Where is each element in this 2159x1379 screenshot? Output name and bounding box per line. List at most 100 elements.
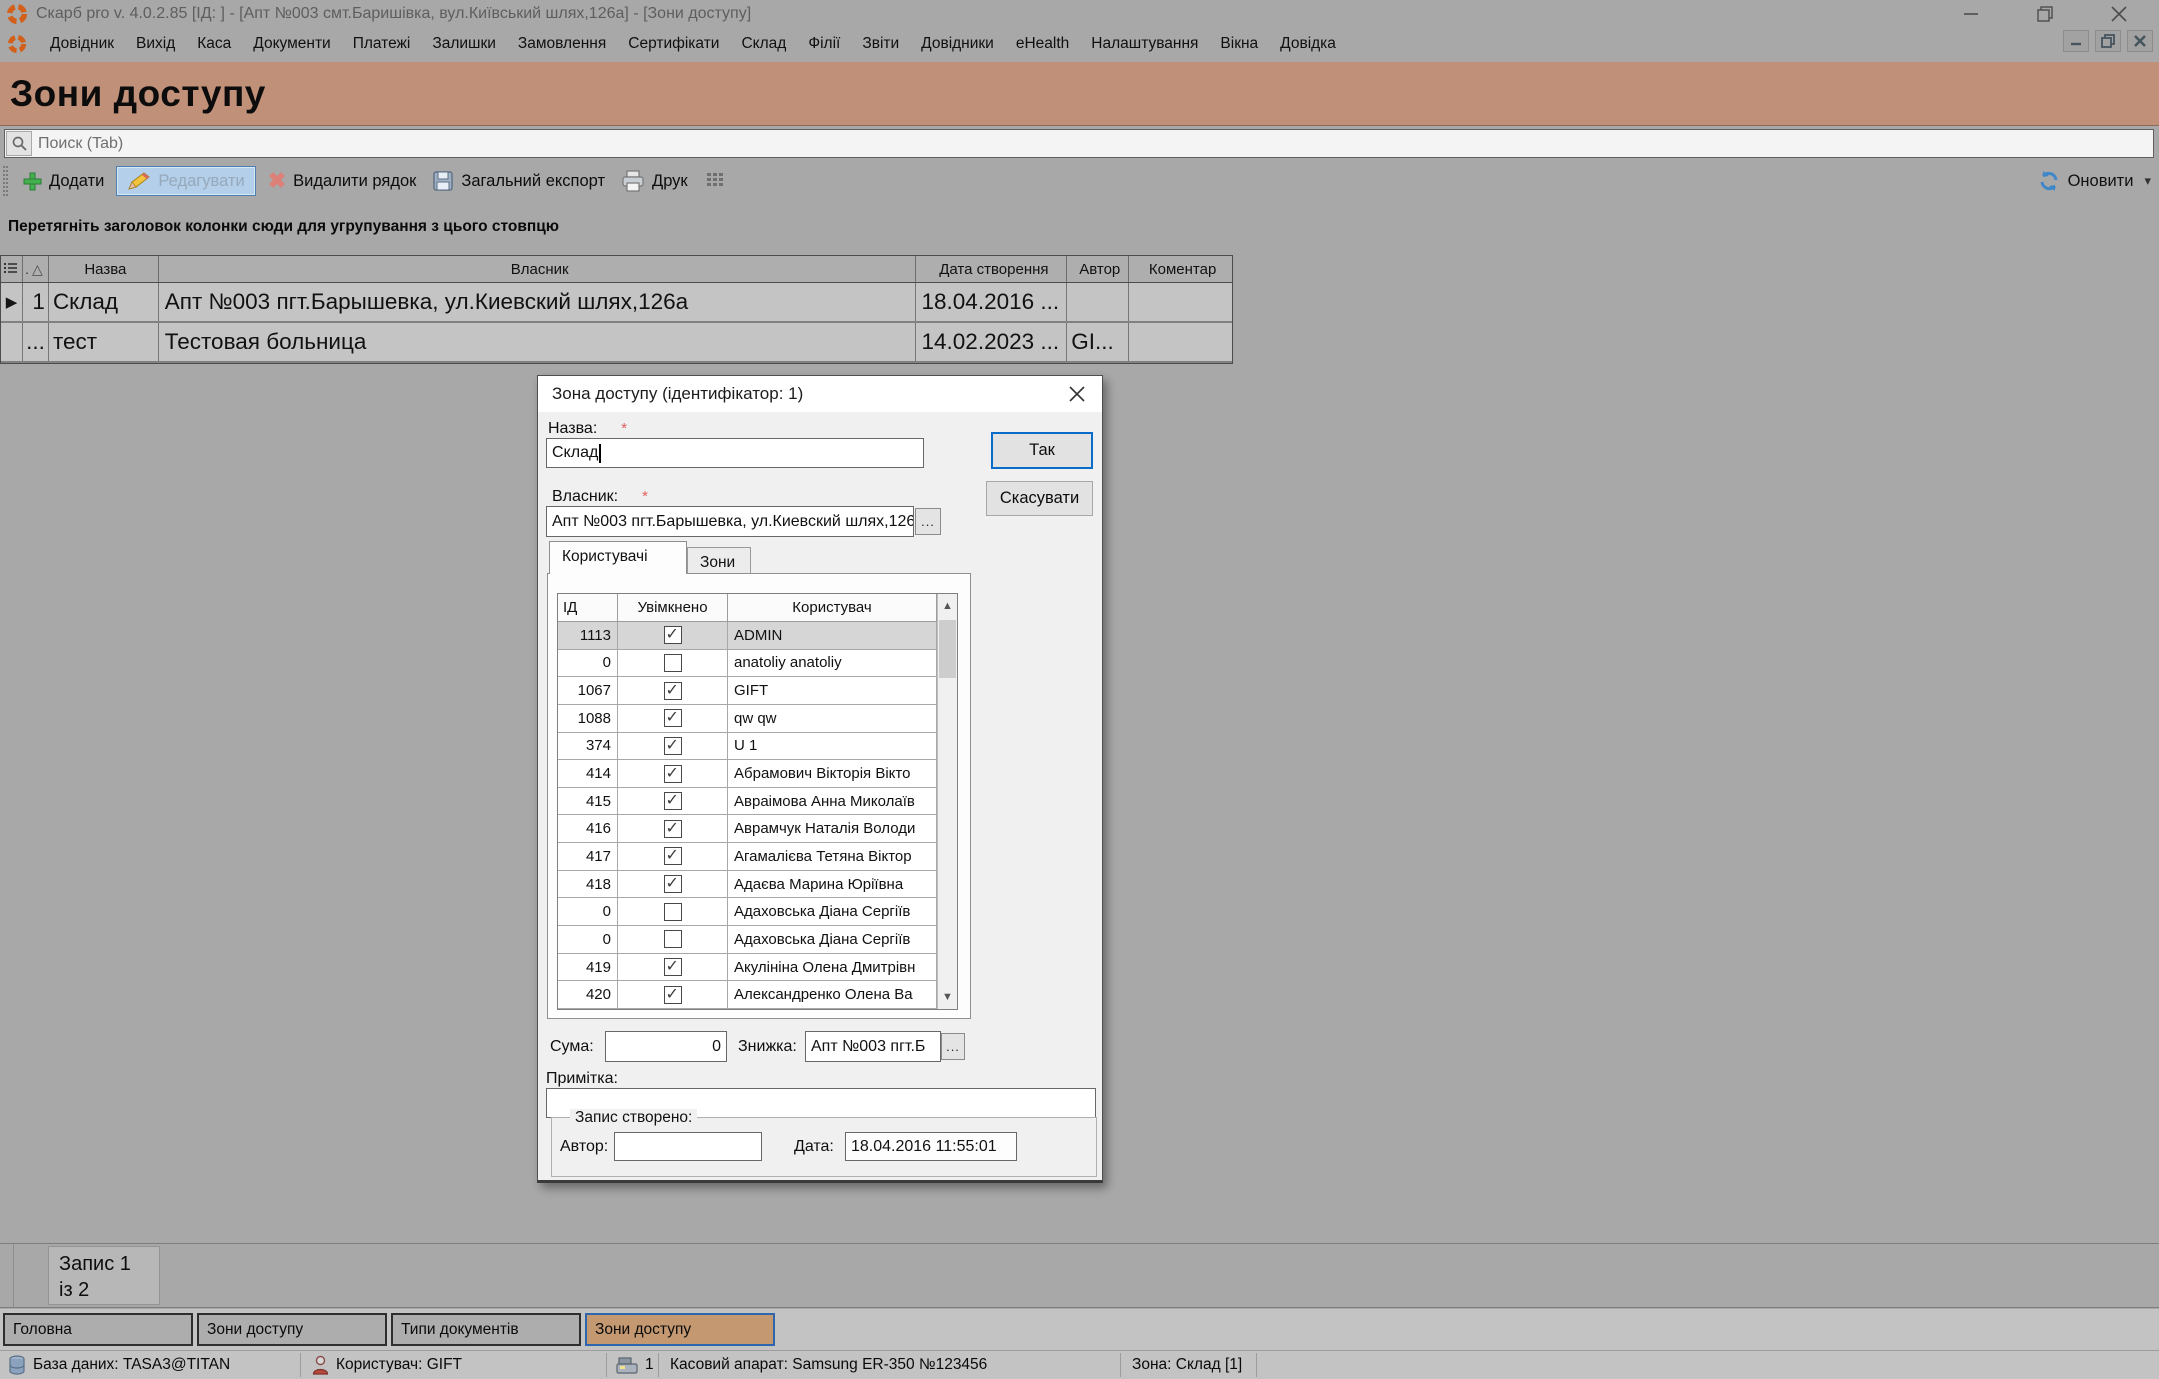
edit-button[interactable]: Редагувати [116, 166, 255, 196]
user-row[interactable]: 417 Агамалієва Тетяна Віктор [558, 843, 957, 871]
columns-icon[interactable] [696, 166, 734, 196]
tab-zones[interactable]: Зони [687, 547, 751, 574]
bottom-tab[interactable]: Зони доступу [585, 1313, 775, 1346]
table-row[interactable]: ▶ 1 Склад Апт №003 пгт.Барышевка, ул.Кие… [1, 283, 1232, 323]
refresh-button[interactable]: Оновити ▾ [2037, 162, 2151, 200]
search-input[interactable]: Поиск (Tab) [4, 129, 2154, 158]
discount-field[interactable]: Апт №003 пгт.Б [805, 1031, 941, 1062]
menu-item[interactable]: Склад [730, 30, 797, 58]
enabled-checkbox[interactable] [664, 626, 682, 644]
user-row[interactable]: 414 Абрамович Вікторія Вікто [558, 760, 957, 788]
enabled-checkbox[interactable] [664, 903, 682, 921]
column-header-created[interactable]: Дата створення [916, 256, 1068, 282]
status-register-number: 1 [616, 1351, 654, 1379]
users-column-id[interactable]: ІД [558, 594, 618, 621]
bottom-tab[interactable]: Типи документів [391, 1313, 581, 1346]
user-name-cell: U 1 [728, 733, 937, 760]
dialog-close-icon[interactable] [1062, 380, 1092, 408]
enabled-checkbox[interactable] [664, 654, 682, 672]
owner-browse-button[interactable]: ... [915, 508, 941, 535]
mdi-close-icon[interactable] [2127, 30, 2153, 52]
discount-browse-button[interactable]: ... [941, 1033, 965, 1060]
user-row[interactable]: 0 Адаховська Діана Сергіїв [558, 926, 957, 954]
enabled-checkbox[interactable] [664, 875, 682, 893]
menu-item[interactable]: Вихід [125, 30, 186, 58]
menu-item[interactable]: Довідка [1269, 30, 1347, 58]
bottom-tab[interactable]: Головна [3, 1313, 193, 1346]
column-header-name[interactable]: Назва [49, 256, 159, 282]
column-header-owner[interactable]: Власник [159, 256, 916, 282]
menu-item[interactable]: Вікна [1209, 30, 1269, 58]
mdi-minimize-icon[interactable] [2063, 30, 2089, 52]
users-column-user[interactable]: Користувач [728, 594, 937, 621]
scroll-up-icon[interactable]: ▲ [938, 594, 957, 618]
user-row[interactable]: 0 anatoliy anatoliy [558, 650, 957, 678]
enabled-checkbox[interactable] [664, 792, 682, 810]
search-icon[interactable] [6, 131, 32, 156]
column-header-comment[interactable]: Коментар [1129, 256, 1232, 282]
close-icon[interactable] [2099, 1, 2139, 27]
user-row[interactable]: 415 Авраімова Анна Миколаїв [558, 788, 957, 816]
minimize-icon[interactable] [1951, 1, 1991, 27]
enabled-checkbox[interactable] [664, 682, 682, 700]
enabled-checkbox[interactable] [664, 765, 682, 783]
status-bar: База даних: TASA3@TITAN Користувач: GIFT… [0, 1350, 2159, 1379]
users-scrollbar[interactable]: ▲ ▼ [937, 594, 957, 1009]
user-row[interactable]: 419 Акулініна Олена Дмитрівн [558, 954, 957, 982]
menu-item[interactable]: eHealth [1005, 30, 1080, 58]
user-row[interactable]: 1067 GIFT [558, 677, 957, 705]
delete-row-button[interactable]: ✖ Видалити рядок [260, 164, 425, 198]
print-button[interactable]: Друк [613, 166, 696, 196]
date-field[interactable]: 18.04.2016 11:55:01 [845, 1132, 1017, 1161]
scrollbar-thumb[interactable] [939, 620, 956, 678]
sort-column-header[interactable]: .△ [23, 256, 49, 282]
user-row[interactable]: 416 Аврамчук Наталія Володи [558, 815, 957, 843]
add-button[interactable]: Додати [14, 167, 112, 195]
user-row[interactable]: 1113 ADMIN [558, 622, 957, 650]
menu-item[interactable]: Сертифікати [617, 30, 730, 58]
user-row[interactable]: 420 Александренко Олена Ва [558, 981, 957, 1009]
tab-users[interactable]: Користувачі [549, 541, 687, 574]
export-button[interactable]: Загальний експорт [424, 166, 613, 196]
user-row[interactable]: 418 Адаєва Марина Юріївна [558, 871, 957, 899]
indicator-column-header[interactable] [1, 256, 23, 282]
user-row[interactable]: 374 U 1 [558, 733, 957, 761]
column-header-author[interactable]: Автор [1067, 256, 1129, 282]
author-field[interactable] [614, 1132, 762, 1161]
menu-item[interactable]: Замовлення [507, 30, 617, 58]
menu-item[interactable]: Залишки [421, 30, 507, 58]
enabled-checkbox[interactable] [664, 820, 682, 838]
user-row[interactable]: 1088 qw qw [558, 705, 957, 733]
enabled-checkbox[interactable] [664, 930, 682, 948]
enabled-checkbox[interactable] [664, 737, 682, 755]
enabled-checkbox[interactable] [664, 958, 682, 976]
comment-cell [1129, 283, 1232, 321]
menu-item[interactable]: Налаштування [1080, 30, 1209, 58]
restore-icon[interactable] [2025, 1, 2065, 27]
owner-field[interactable]: Апт №003 пгт.Барышевка, ул.Киевский шлях… [546, 506, 914, 537]
name-label: Назва:* [548, 420, 627, 438]
menu-item[interactable]: Довідники [910, 30, 1005, 58]
menu-item[interactable]: Платежі [342, 30, 422, 58]
users-column-enabled[interactable]: Увімкнено [618, 594, 728, 621]
menu-item[interactable]: Каса [186, 30, 242, 58]
enabled-checkbox[interactable] [664, 847, 682, 865]
refresh-dropdown-icon[interactable]: ▾ [2144, 173, 2151, 189]
user-id-cell: 0 [558, 898, 618, 925]
enabled-checkbox[interactable] [664, 709, 682, 727]
name-field[interactable]: Склад [546, 438, 924, 468]
menu-item[interactable]: Філії [797, 30, 851, 58]
scroll-down-icon[interactable]: ▼ [938, 985, 957, 1009]
ok-button[interactable]: Так [991, 432, 1093, 469]
enabled-checkbox[interactable] [664, 986, 682, 1004]
menu-item[interactable]: Документи [242, 30, 341, 58]
user-row[interactable]: 0 Адаховська Діана Сергіїв [558, 898, 957, 926]
table-row[interactable]: ... тест Тестовая больница 14.02.2023 ..… [1, 323, 1232, 363]
bottom-tab[interactable]: Зони доступу [197, 1313, 387, 1346]
cancel-button[interactable]: Скасувати [986, 481, 1093, 516]
menu-item[interactable]: Довідник [39, 30, 125, 58]
toolbar-grip[interactable] [3, 166, 8, 196]
mdi-restore-icon[interactable] [2095, 30, 2121, 52]
sum-field[interactable]: 0 [605, 1031, 727, 1062]
menu-item[interactable]: Звіти [851, 30, 910, 58]
